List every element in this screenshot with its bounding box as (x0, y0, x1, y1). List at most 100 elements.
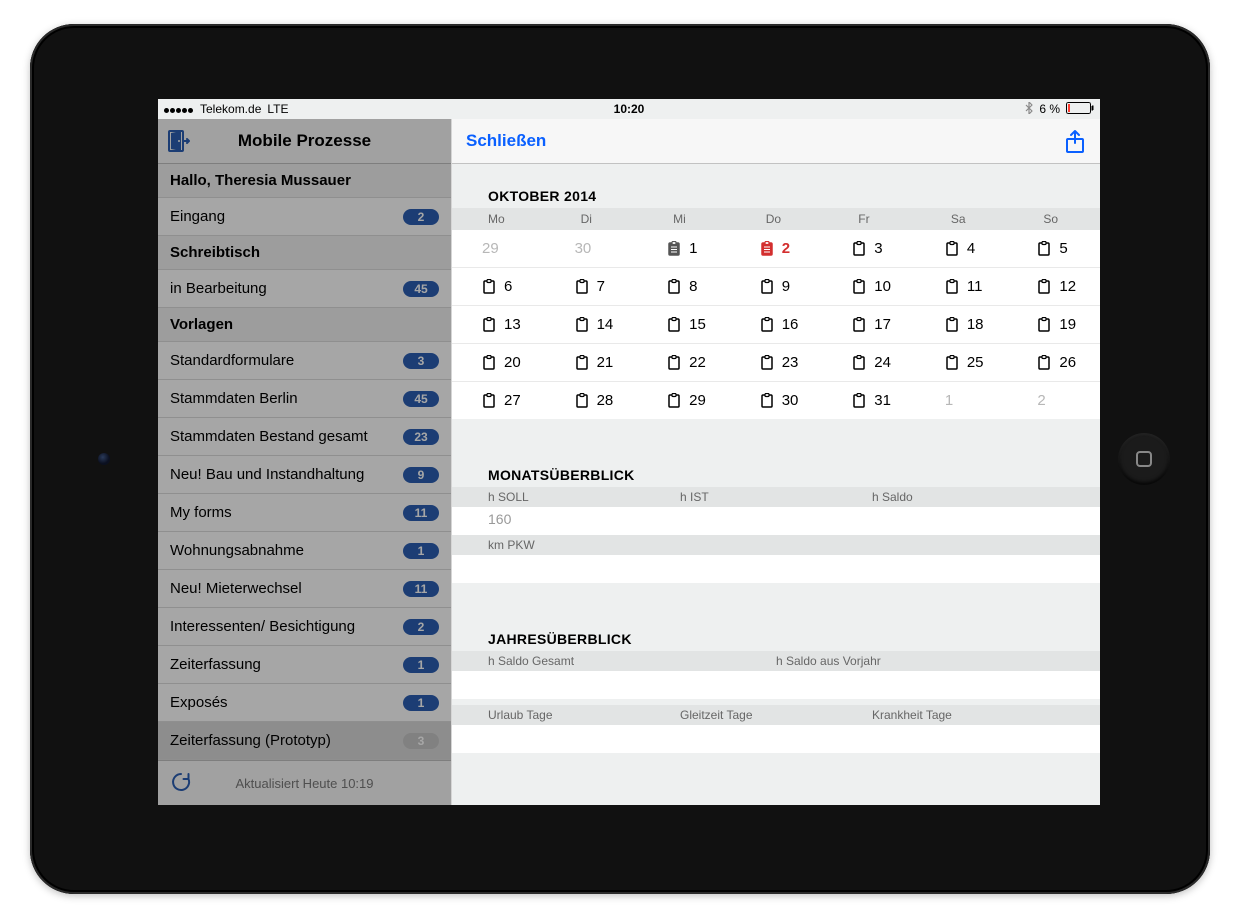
month-overview-title: MONATSÜBERBLICK (452, 443, 1100, 487)
clipboard-icon (852, 279, 866, 295)
day-number: 7 (597, 278, 615, 295)
col-label: Urlaub Tage (488, 708, 680, 722)
calendar-day[interactable]: 9 (730, 268, 823, 305)
calendar-day[interactable]: 29 (637, 382, 730, 419)
year-overview-row2[interactable] (452, 725, 1100, 753)
calendar-day[interactable]: 2 (730, 230, 823, 267)
door-icon[interactable] (168, 129, 190, 153)
weekday-label: Sa (915, 210, 1008, 228)
refresh-icon[interactable] (170, 771, 192, 793)
calendar-day[interactable]: 20 (452, 344, 545, 381)
weekday-label: Di (545, 210, 638, 228)
h-soll-value: 160 (488, 511, 511, 527)
sidebar-item-selected[interactable]: Zeiterfassung (Prototyp) 3 (158, 722, 451, 760)
sidebar-item[interactable]: Zeiterfassung1 (158, 646, 451, 684)
calendar-day[interactable]: 4 (915, 230, 1008, 267)
badge: 23 (403, 429, 439, 445)
home-button[interactable] (1118, 433, 1170, 485)
clipboard-icon (852, 241, 866, 257)
sidebar-item-label: in Bearbeitung (170, 280, 267, 297)
calendar-day[interactable]: 13 (452, 306, 545, 343)
sidebar-title: Mobile Prozesse (158, 131, 451, 151)
year-overview-cols2: Urlaub Tage Gleitzeit Tage Krankheit Tag… (452, 705, 1100, 725)
sidebar-item[interactable]: Stammdaten Berlin45 (158, 380, 451, 418)
calendar-day[interactable]: 19 (1007, 306, 1100, 343)
month-overview-km-value[interactable] (452, 555, 1100, 583)
sidebar-item[interactable]: Interessenten/ Besichtigung2 (158, 608, 451, 646)
day-number: 25 (967, 354, 985, 371)
calendar-day[interactable]: 15 (637, 306, 730, 343)
share-icon[interactable] (1064, 129, 1086, 155)
calendar-day[interactable]: 12 (1007, 268, 1100, 305)
month-overview-values[interactable]: 160 (452, 507, 1100, 535)
badge: 45 (403, 281, 439, 297)
calendar-day[interactable]: 16 (730, 306, 823, 343)
calendar-day: 29 (452, 230, 545, 267)
day-number: 8 (689, 278, 707, 295)
clipboard-icon (1037, 317, 1051, 333)
calendar-day[interactable]: 8 (637, 268, 730, 305)
day-number: 24 (874, 354, 892, 371)
calendar-day[interactable]: 1 (637, 230, 730, 267)
calendar-day[interactable]: 30 (730, 382, 823, 419)
day-number: 10 (874, 278, 892, 295)
sidebar-item[interactable]: My forms11 (158, 494, 451, 532)
calendar-day[interactable]: 11 (915, 268, 1008, 305)
clipboard-icon (482, 279, 496, 295)
sidebar-item[interactable]: Stammdaten Bestand gesamt 23 (158, 418, 451, 456)
calendar-day[interactable]: 26 (1007, 344, 1100, 381)
day-number: 1 (945, 392, 963, 409)
calendar-day[interactable]: 14 (545, 306, 638, 343)
clipboard-icon (575, 393, 589, 409)
sidebar-item[interactable]: Wohnungsabnahme1 (158, 532, 451, 570)
day-number: 17 (874, 316, 892, 333)
calendar-day[interactable]: 21 (545, 344, 638, 381)
calendar-day[interactable]: 24 (822, 344, 915, 381)
clipboard-icon (760, 279, 774, 295)
sidebar-item[interactable]: Neu! Bau und Instandhaltung9 (158, 456, 451, 494)
calendar-day[interactable]: 17 (822, 306, 915, 343)
sidebar-item-label: Eingang (170, 208, 225, 225)
sidebar-item-label: Stammdaten Bestand gesamt (170, 428, 368, 445)
day-number: 30 (575, 240, 593, 257)
sidebar-item[interactable]: Exposés1 (158, 684, 451, 722)
calendar-day[interactable]: 27 (452, 382, 545, 419)
calendar-day: 1 (915, 382, 1008, 419)
calendar-day[interactable]: 18 (915, 306, 1008, 343)
calendar-day[interactable]: 6 (452, 268, 545, 305)
day-number: 18 (967, 316, 985, 333)
calendar-day[interactable]: 28 (545, 382, 638, 419)
calendar-day[interactable]: 7 (545, 268, 638, 305)
ipad-frame: Telekom.de LTE 10:20 6 % (30, 24, 1210, 894)
calendar-day: 30 (545, 230, 638, 267)
close-button[interactable]: Schließen (466, 131, 546, 151)
calendar-day[interactable]: 31 (822, 382, 915, 419)
clipboard-icon (575, 317, 589, 333)
sidebar-item-inbox[interactable]: Eingang 2 (158, 198, 451, 236)
col-label: h SOLL (488, 490, 680, 504)
clipboard-icon (667, 279, 681, 295)
day-number: 30 (782, 392, 800, 409)
badge: 2 (403, 619, 439, 635)
sidebar-item[interactable]: Standardformulare3 (158, 342, 451, 380)
calendar-day[interactable]: 22 (637, 344, 730, 381)
sidebar-item-inprogress[interactable]: in Bearbeitung 45 (158, 270, 451, 308)
calendar-day[interactable]: 25 (915, 344, 1008, 381)
sidebar-footer: Aktualisiert Heute 10:19 (158, 760, 451, 805)
calendar-day[interactable]: 3 (822, 230, 915, 267)
weekday-label: Mo (452, 210, 545, 228)
year-overview-row1[interactable] (452, 671, 1100, 699)
calendar-day[interactable]: 10 (822, 268, 915, 305)
day-number: 23 (782, 354, 800, 371)
day-number: 3 (874, 240, 892, 257)
clipboard-icon (482, 393, 496, 409)
calendar-day[interactable]: 5 (1007, 230, 1100, 267)
sidebar-item[interactable]: Neu! Mieterwechsel11 (158, 570, 451, 608)
year-overview-title: JAHRESÜBERBLICK (452, 607, 1100, 651)
day-number: 9 (782, 278, 800, 295)
detail-header: Schließen (452, 119, 1100, 164)
status-bar: Telekom.de LTE 10:20 6 % (158, 99, 1100, 119)
clipboard-icon (945, 317, 959, 333)
calendar-day[interactable]: 23 (730, 344, 823, 381)
badge: 11 (403, 505, 439, 521)
